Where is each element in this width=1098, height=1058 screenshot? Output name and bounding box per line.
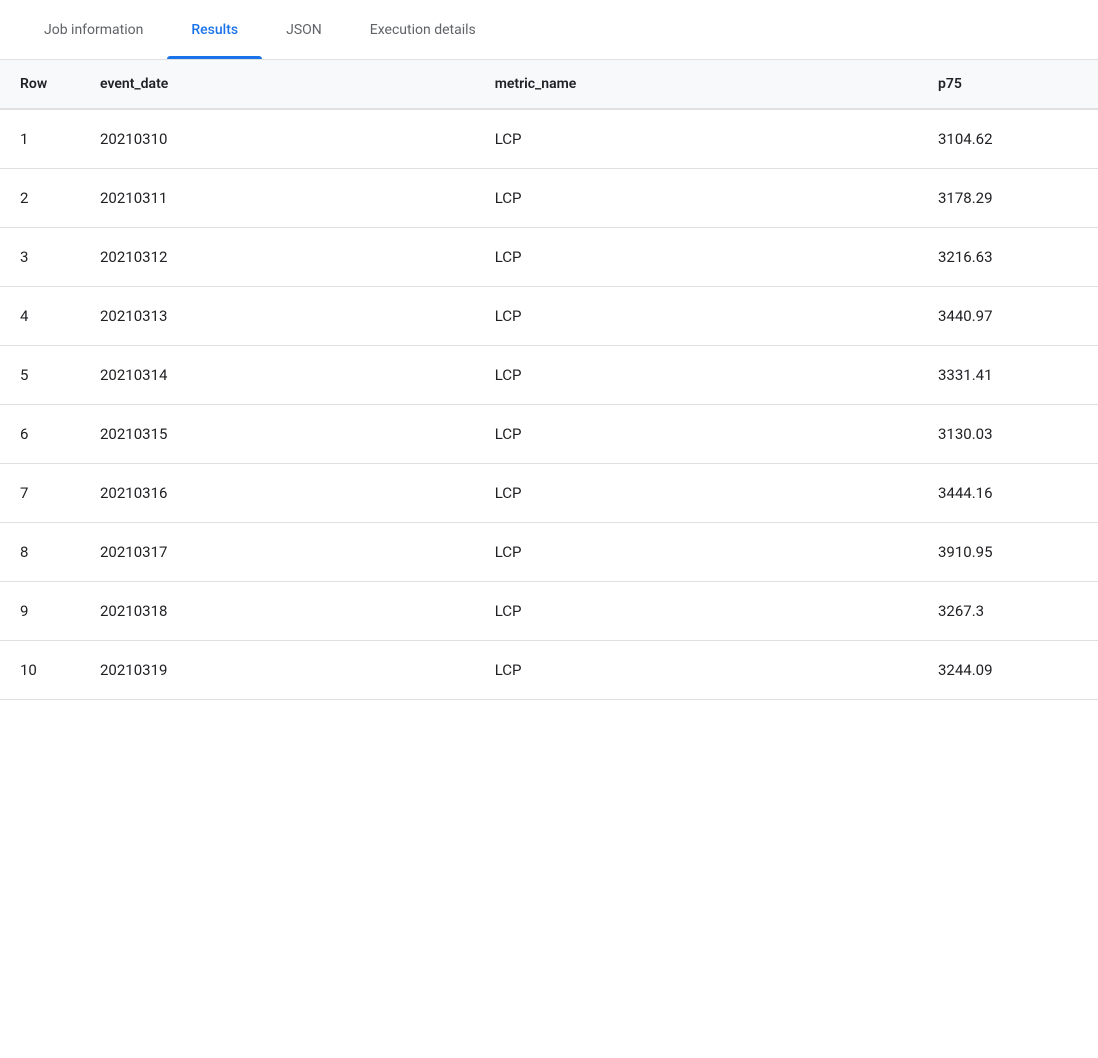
cell-row: 1 bbox=[0, 109, 80, 169]
table-container: Rowevent_datemetric_namep75 120210310LCP… bbox=[0, 60, 1098, 700]
table-row: 520210314LCP3331.41 bbox=[0, 346, 1098, 405]
tab-execution-details[interactable]: Execution details bbox=[346, 0, 500, 59]
cell-p75: 3178.29 bbox=[918, 169, 1098, 228]
cell-row: 6 bbox=[0, 405, 80, 464]
table-row: 220210311LCP3178.29 bbox=[0, 169, 1098, 228]
cell-row: 9 bbox=[0, 582, 80, 641]
table-row: 820210317LCP3910.95 bbox=[0, 523, 1098, 582]
cell-p75: 3216.63 bbox=[918, 228, 1098, 287]
cell-p75: 3104.62 bbox=[918, 109, 1098, 169]
tab-job-information[interactable]: Job information bbox=[20, 0, 167, 59]
cell-metric_name: LCP bbox=[475, 287, 918, 346]
cell-row: 5 bbox=[0, 346, 80, 405]
table-row: 920210318LCP3267.3 bbox=[0, 582, 1098, 641]
cell-p75: 3267.3 bbox=[918, 582, 1098, 641]
cell-event_date: 20210312 bbox=[80, 228, 475, 287]
cell-p75: 3244.09 bbox=[918, 641, 1098, 700]
cell-event_date: 20210317 bbox=[80, 523, 475, 582]
cell-row: 8 bbox=[0, 523, 80, 582]
cell-event_date: 20210315 bbox=[80, 405, 475, 464]
cell-row: 10 bbox=[0, 641, 80, 700]
header-row: Rowevent_datemetric_namep75 bbox=[0, 60, 1098, 109]
cell-row: 7 bbox=[0, 464, 80, 523]
col-header-row: Row bbox=[0, 60, 80, 109]
cell-p75: 3910.95 bbox=[918, 523, 1098, 582]
cell-p75: 3130.03 bbox=[918, 405, 1098, 464]
col-header-p75: p75 bbox=[918, 60, 1098, 109]
results-table: Rowevent_datemetric_namep75 120210310LCP… bbox=[0, 60, 1098, 700]
cell-metric_name: LCP bbox=[475, 346, 918, 405]
cell-row: 2 bbox=[0, 169, 80, 228]
cell-metric_name: LCP bbox=[475, 464, 918, 523]
cell-row: 4 bbox=[0, 287, 80, 346]
col-header-event_date: event_date bbox=[80, 60, 475, 109]
cell-event_date: 20210316 bbox=[80, 464, 475, 523]
col-header-metric_name: metric_name bbox=[475, 60, 918, 109]
cell-p75: 3331.41 bbox=[918, 346, 1098, 405]
table-row: 720210316LCP3444.16 bbox=[0, 464, 1098, 523]
cell-metric_name: LCP bbox=[475, 641, 918, 700]
cell-event_date: 20210310 bbox=[80, 109, 475, 169]
cell-metric_name: LCP bbox=[475, 405, 918, 464]
cell-metric_name: LCP bbox=[475, 169, 918, 228]
cell-metric_name: LCP bbox=[475, 228, 918, 287]
table-row: 320210312LCP3216.63 bbox=[0, 228, 1098, 287]
cell-event_date: 20210313 bbox=[80, 287, 475, 346]
table-header: Rowevent_datemetric_namep75 bbox=[0, 60, 1098, 109]
table-row: 420210313LCP3440.97 bbox=[0, 287, 1098, 346]
table-row: 620210315LCP3130.03 bbox=[0, 405, 1098, 464]
cell-event_date: 20210319 bbox=[80, 641, 475, 700]
cell-event_date: 20210311 bbox=[80, 169, 475, 228]
cell-metric_name: LCP bbox=[475, 582, 918, 641]
table-row: 1020210319LCP3244.09 bbox=[0, 641, 1098, 700]
cell-p75: 3440.97 bbox=[918, 287, 1098, 346]
cell-metric_name: LCP bbox=[475, 109, 918, 169]
table-row: 120210310LCP3104.62 bbox=[0, 109, 1098, 169]
tabs-bar: Job informationResultsJSONExecution deta… bbox=[0, 0, 1098, 60]
cell-event_date: 20210314 bbox=[80, 346, 475, 405]
table-body: 120210310LCP3104.62220210311LCP3178.2932… bbox=[0, 109, 1098, 700]
tab-results[interactable]: Results bbox=[167, 0, 262, 59]
cell-row: 3 bbox=[0, 228, 80, 287]
cell-event_date: 20210318 bbox=[80, 582, 475, 641]
cell-p75: 3444.16 bbox=[918, 464, 1098, 523]
tab-json[interactable]: JSON bbox=[262, 0, 346, 59]
cell-metric_name: LCP bbox=[475, 523, 918, 582]
